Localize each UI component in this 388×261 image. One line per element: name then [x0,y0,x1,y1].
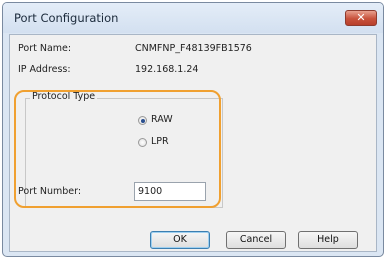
lpr-radio-label[interactable]: LPR [151,136,169,147]
cancel-button[interactable]: Cancel [226,231,286,249]
close-icon: ✕ [356,11,366,24]
protocol-type-label: Protocol Type [30,91,98,102]
title-bar[interactable]: Port Configuration ✕ [3,3,383,33]
raw-radio-label[interactable]: RAW [151,114,173,125]
port-name-label: Port Name: [18,43,72,54]
help-button[interactable]: Help [298,231,358,249]
raw-radio[interactable] [138,116,147,125]
close-button[interactable]: ✕ [345,10,377,26]
dialog-title: Port Configuration [14,11,119,25]
port-number-label: Port Number: [18,186,82,197]
port-name-value: CNMFNP_F48139FB1576 [135,43,252,54]
dialog-body: Port Name: CNMFNP_F48139FB1576 IP Addres… [9,34,377,252]
ip-address-value: 192.168.1.24 [135,64,199,75]
ip-address-label: IP Address: [18,64,71,75]
port-configuration-dialog: Port Configuration ✕ Port Name: CNMFNP_F… [2,2,384,257]
ok-button[interactable]: OK [150,231,210,249]
port-number-input[interactable]: 9100 [134,182,206,201]
lpr-radio[interactable] [138,138,147,147]
